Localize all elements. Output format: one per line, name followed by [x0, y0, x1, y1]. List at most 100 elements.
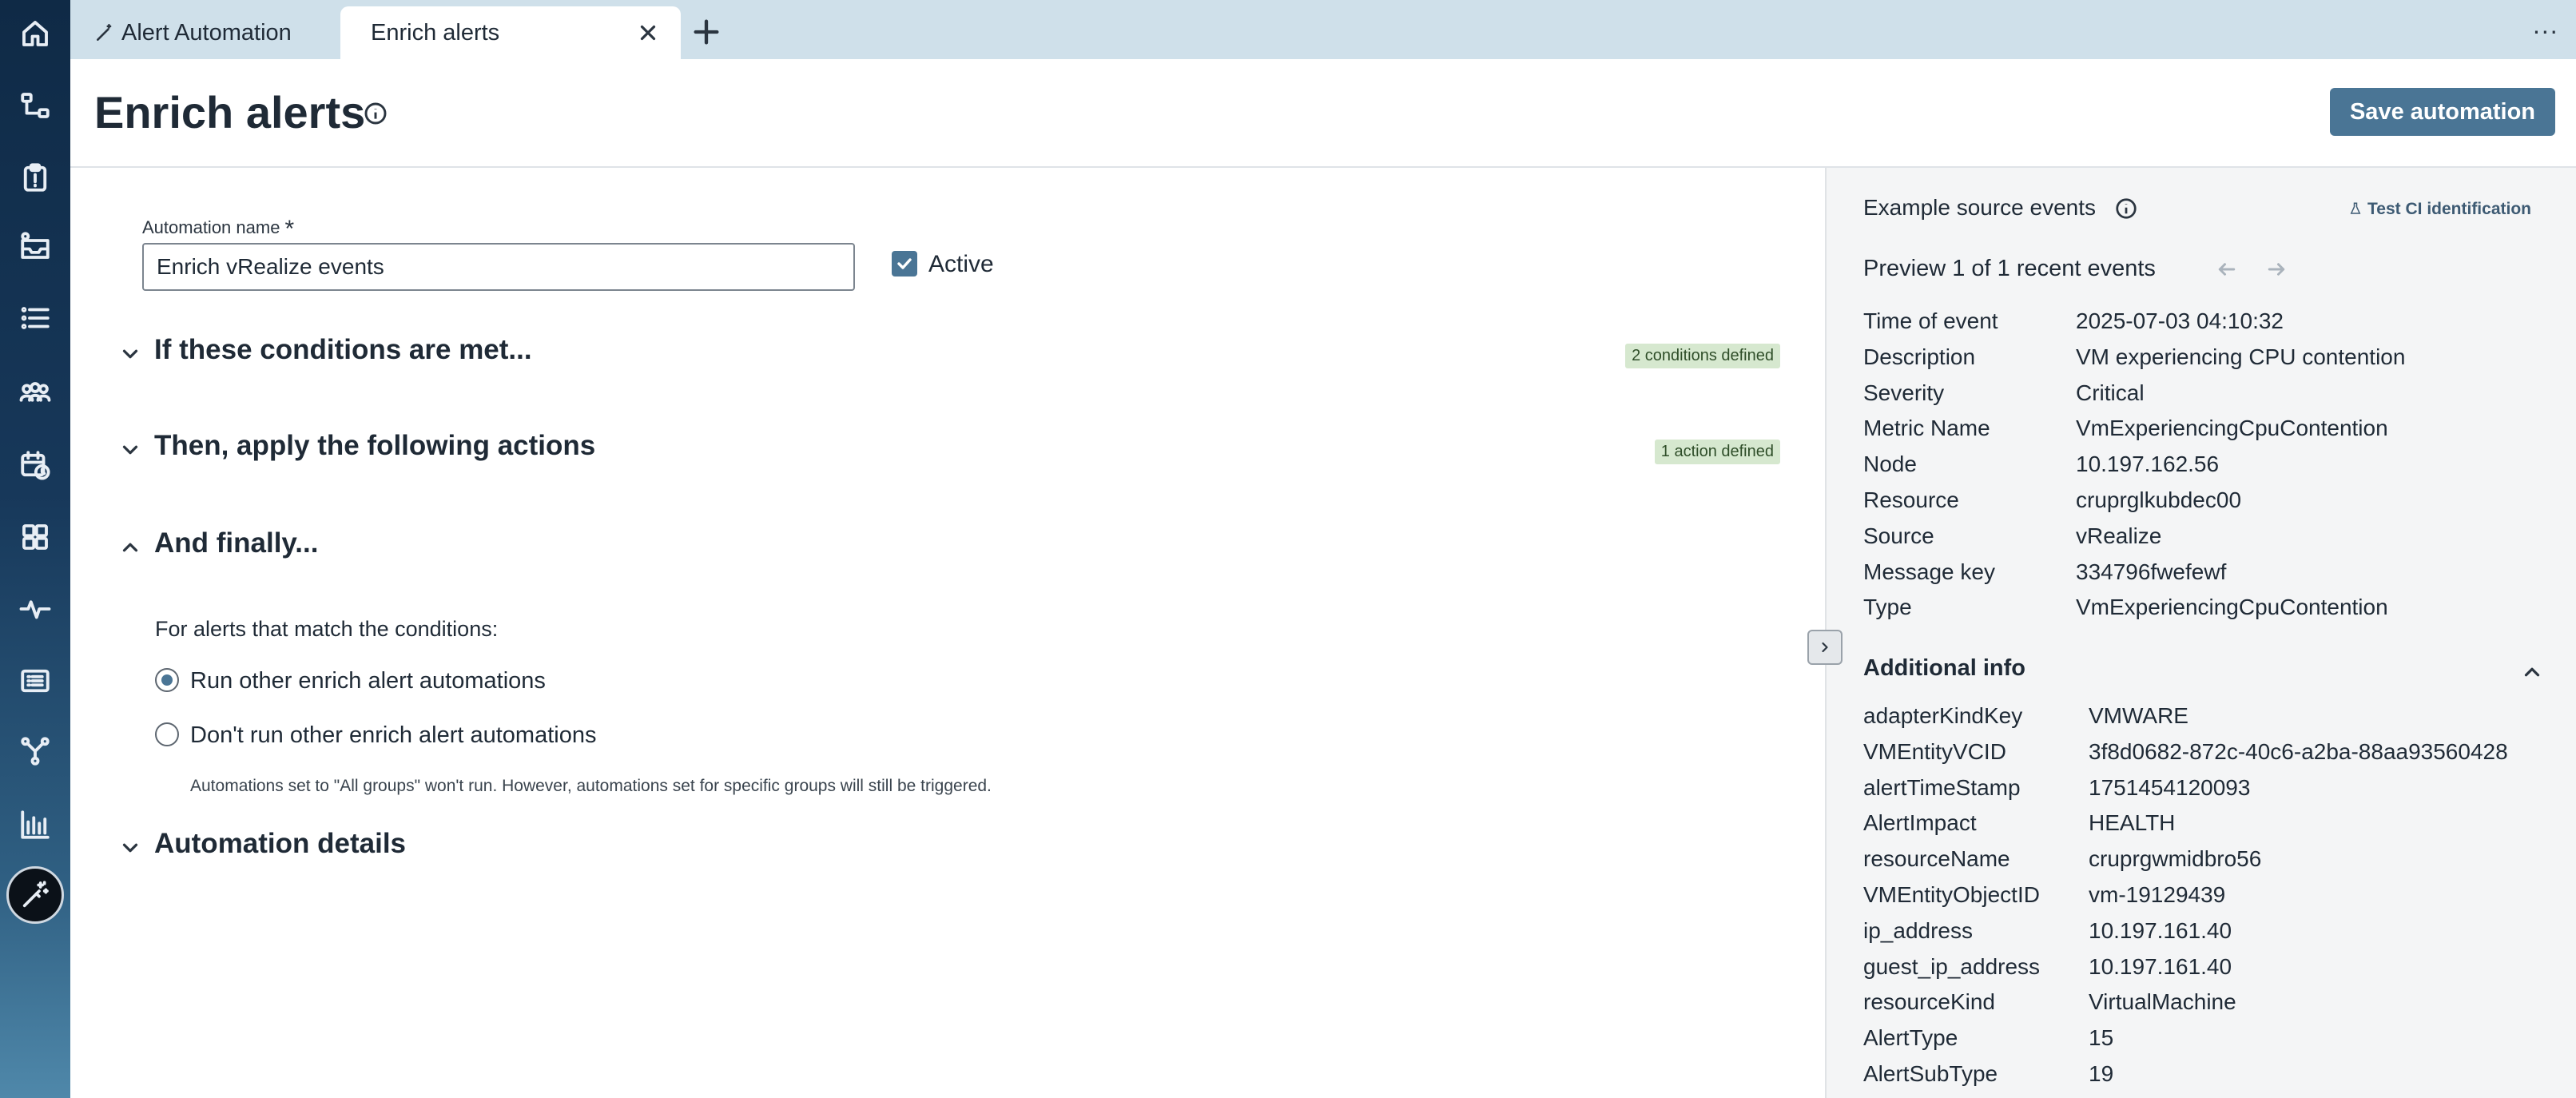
- test-ci-link[interactable]: Test CI identification: [2348, 200, 2531, 219]
- chevron-right-icon: [1822, 642, 1828, 653]
- page-header: Enrich alerts Save automation: [70, 59, 2576, 168]
- tab-bar: Alert Automation Enrich alerts ...: [70, 0, 2576, 59]
- radio-help-text: Automations set to "All groups" won't ru…: [190, 777, 992, 795]
- field-value: VirtualMachine: [2089, 989, 2236, 1015]
- active-label: Active: [928, 251, 994, 277]
- chevron-down-icon[interactable]: [118, 836, 142, 860]
- section-automation-details[interactable]: Automation details: [118, 822, 1780, 869]
- section-title: And finally...: [154, 527, 319, 559]
- plus-icon: [694, 19, 719, 45]
- field-value: cruprgwmidbro56: [2089, 846, 2262, 872]
- flask-icon: [2350, 202, 2361, 214]
- field-value: 10.197.161.40: [2089, 917, 2232, 943]
- field-value: 334796fwefewf: [2076, 559, 2227, 584]
- chevron-down-icon[interactable]: [118, 438, 142, 462]
- field-key: Time of event: [1863, 308, 1998, 333]
- field-value: 10.197.162.56: [2076, 452, 2220, 477]
- field-key: adapterKindKey: [1863, 703, 2023, 728]
- preview-label: Preview 1 of 1 recent events: [1863, 256, 2156, 281]
- field-value: 3f8d0682-872c-40c6-a2ba-88aa93560428: [2089, 738, 2508, 764]
- field-value: 2025-07-03 04:10:32: [2076, 308, 2284, 333]
- automation-name-label: Automation name *: [142, 216, 295, 242]
- tab-label: Enrich alerts: [371, 19, 500, 46]
- add-tab-button[interactable]: [690, 16, 722, 48]
- field-key: ip_address: [1863, 917, 1973, 943]
- save-automation-button[interactable]: Save automation: [2330, 88, 2555, 136]
- clipboard-icon[interactable]: [14, 157, 56, 198]
- info-icon[interactable]: [363, 101, 388, 126]
- field-key: Description: [1863, 344, 1976, 369]
- field-value: cruprglkubdec00: [2076, 487, 2242, 512]
- pulse-icon[interactable]: [14, 588, 56, 630]
- calendar-clock-icon[interactable]: [14, 444, 56, 486]
- field-value: VmExperiencingCpuContention: [2076, 595, 2388, 620]
- list-icon[interactable]: [14, 297, 56, 339]
- radio-run-other[interactable]: [155, 668, 179, 692]
- field-key: Node: [1863, 452, 1917, 477]
- magic-wand-icon[interactable]: [6, 866, 64, 924]
- field-key: AlertType: [1863, 1025, 1958, 1051]
- section-finally[interactable]: And finally...: [118, 521, 1780, 569]
- field-value: vRealize: [2076, 523, 2162, 548]
- additional-info-title[interactable]: Additional info: [1863, 655, 2025, 682]
- field-key: AlertSubType: [1863, 1061, 1998, 1086]
- required-asterisk: *: [284, 216, 295, 242]
- radio-dont-run-other[interactable]: [155, 722, 179, 746]
- checkmark-icon: [897, 258, 912, 269]
- field-key: Severity: [1863, 380, 1945, 405]
- field-key: Metric Name: [1863, 416, 1990, 441]
- page-title: Enrich alerts: [94, 87, 366, 137]
- home-icon[interactable]: [14, 13, 56, 54]
- section-title: If these conditions are met...: [154, 334, 532, 365]
- field-value: 19: [2089, 1061, 2114, 1086]
- more-options-icon[interactable]: ...: [2533, 12, 2558, 40]
- field-key: alertTimeStamp: [1863, 774, 2021, 800]
- finally-prompt: For alerts that match the conditions:: [155, 617, 499, 641]
- inbox-icon[interactable]: [14, 225, 56, 267]
- field-value: HEALTH: [2089, 810, 2176, 836]
- field-key: resourceName: [1863, 846, 2010, 872]
- field-key: guest_ip_address: [1863, 953, 2041, 979]
- close-icon[interactable]: [636, 21, 660, 45]
- field-value: Critical: [2076, 380, 2145, 405]
- chevron-up-icon[interactable]: [2520, 660, 2544, 684]
- field-key: Source: [1863, 523, 1934, 548]
- nav-rail: [0, 0, 70, 1098]
- section-title: Automation details: [154, 828, 407, 859]
- dashboard-grid-icon[interactable]: [14, 516, 56, 558]
- field-value: 15: [2089, 1025, 2114, 1051]
- topology-icon[interactable]: [14, 730, 56, 772]
- section-conditions[interactable]: If these conditions are met... 2 conditi…: [118, 328, 1780, 376]
- section-title: Then, apply the following actions: [154, 430, 596, 461]
- field-key: AlertImpact: [1863, 810, 1977, 836]
- field-key: resourceKind: [1863, 989, 1995, 1015]
- field-value: VmExperiencingCpuContention: [2076, 416, 2388, 441]
- field-value: 1751454120093: [2089, 774, 2251, 800]
- arrow-right-icon[interactable]: [2264, 257, 2288, 281]
- log-list-icon[interactable]: [14, 660, 56, 702]
- bar-chart-icon[interactable]: [14, 804, 56, 845]
- automation-name-input[interactable]: [142, 243, 855, 291]
- field-key: Message key: [1863, 559, 1995, 584]
- groups-icon[interactable]: [14, 372, 56, 414]
- tab-enrich-alerts[interactable]: Enrich alerts: [340, 6, 681, 59]
- panel-title: Example source events: [1863, 195, 2097, 220]
- collapse-panel-button[interactable]: [1807, 630, 1843, 665]
- workflow-icon[interactable]: [14, 85, 56, 126]
- arrow-left-icon[interactable]: [2215, 257, 2239, 281]
- automation-form: Automation name* Active If these conditi…: [70, 168, 1825, 1098]
- field-key: Resource: [1863, 487, 1959, 512]
- section-actions[interactable]: Then, apply the following actions 1 acti…: [118, 424, 1780, 471]
- tab-label: Alert Automation: [121, 19, 292, 46]
- radio-label[interactable]: Run other enrich alert automations: [190, 668, 546, 694]
- radio-label[interactable]: Don't run other enrich alert automations: [190, 722, 596, 749]
- chevron-down-icon[interactable]: [118, 342, 142, 366]
- field-key: Type: [1863, 595, 1912, 620]
- field-value: 10.197.161.40: [2089, 953, 2232, 979]
- field-key: VMEntityObjectID: [1863, 882, 2040, 907]
- actions-badge: 1 action defined: [1654, 440, 1780, 464]
- info-icon[interactable]: [2114, 197, 2138, 221]
- chevron-up-icon[interactable]: [118, 535, 142, 559]
- wand-icon: [97, 23, 112, 41]
- active-checkbox[interactable]: [892, 251, 917, 276]
